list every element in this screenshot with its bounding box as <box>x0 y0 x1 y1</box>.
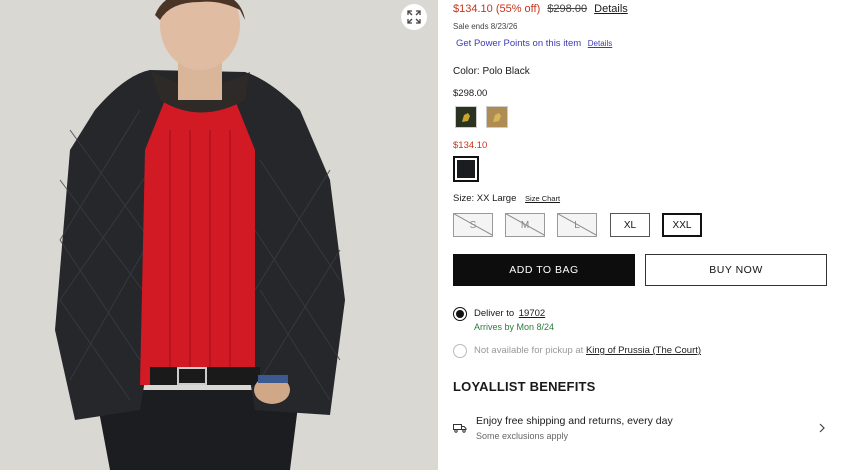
benefit-subtitle: Some exclusions apply <box>476 431 569 441</box>
pickup-radio[interactable] <box>453 344 467 358</box>
color-label: Color: <box>453 66 480 77</box>
arrival-date: Arrives by Mon 8/24 <box>474 322 555 332</box>
swatch-fill <box>457 160 475 178</box>
size-option-xxl[interactable]: XXL <box>662 213 702 237</box>
size-label: Size: <box>453 193 475 204</box>
product-details-panel: $134.10 (55% off) $298.00 Details Sale e… <box>438 0 850 470</box>
color-label-row: Color: Polo Black <box>453 66 530 77</box>
color-swatch-tan[interactable] <box>486 106 508 128</box>
product-image[interactable] <box>0 0 438 470</box>
full-price-group-label: $298.00 <box>453 88 488 99</box>
pickup-unavailable-text: Not available for pickup at <box>474 345 584 356</box>
pickup-row: Not available for pickup at King of Prus… <box>474 345 701 356</box>
radio-dot <box>456 310 464 318</box>
power-points-link[interactable]: Get Power Points on this item <box>456 38 581 49</box>
deliver-to-label: Deliver to <box>474 308 515 319</box>
original-price: $298.00 <box>547 3 588 15</box>
polo-pony-icon <box>493 113 501 122</box>
add-to-bag-button[interactable]: ADD TO BAG <box>453 254 635 286</box>
truck-icon <box>453 424 467 433</box>
size-label-row: Size: XX Large Size Chart <box>453 193 560 204</box>
size-value: XX Large <box>476 193 517 204</box>
expand-icon <box>407 10 421 24</box>
power-points-details-link[interactable]: Details <box>588 39 612 48</box>
size-option-label: M <box>520 219 530 231</box>
sale-ends: Sale ends 8/23/26 <box>453 22 518 31</box>
product-photo <box>0 0 438 470</box>
loyallist-heading: LOYALLIST BENEFITS <box>453 379 596 394</box>
deliver-row: Deliver to 19702 <box>474 308 545 319</box>
deliver-radio[interactable] <box>453 307 467 321</box>
color-value: Polo Black <box>482 66 530 77</box>
size-option-xl[interactable]: XL <box>610 213 650 237</box>
power-points-row: Get Power Points on this item Details <box>456 38 612 49</box>
size-option-label: S <box>469 219 477 231</box>
color-swatch-polo-black[interactable] <box>453 156 479 182</box>
sale-price: $134.10 (55% off) <box>453 3 541 15</box>
size-option-s[interactable]: S <box>453 213 493 237</box>
zip-code-link[interactable]: 19702 <box>519 308 545 319</box>
expand-image-button[interactable] <box>401 4 427 30</box>
price-details-link[interactable]: Details <box>594 3 628 15</box>
size-option-label: XXL <box>672 219 692 231</box>
buy-now-button[interactable]: BUY NOW <box>645 254 827 286</box>
sale-price-group-label: $134.10 <box>453 140 488 151</box>
price-row: $134.10 (55% off) $298.00 Details <box>453 3 628 15</box>
size-option-l[interactable]: L <box>557 213 597 237</box>
color-swatch-green[interactable] <box>455 106 477 128</box>
size-option-m[interactable]: M <box>505 213 545 237</box>
chevron-right-icon <box>819 423 825 433</box>
benefit-title: Enjoy free shipping and returns, every d… <box>476 415 673 427</box>
free-shipping-benefit[interactable]: Enjoy free shipping and returns, every d… <box>438 408 838 448</box>
size-option-label: L <box>574 219 580 231</box>
store-link[interactable]: King of Prussia (The Court) <box>586 345 701 356</box>
size-option-label: XL <box>623 219 637 231</box>
polo-pony-icon <box>462 113 470 122</box>
size-chart-link[interactable]: Size Chart <box>525 194 560 203</box>
